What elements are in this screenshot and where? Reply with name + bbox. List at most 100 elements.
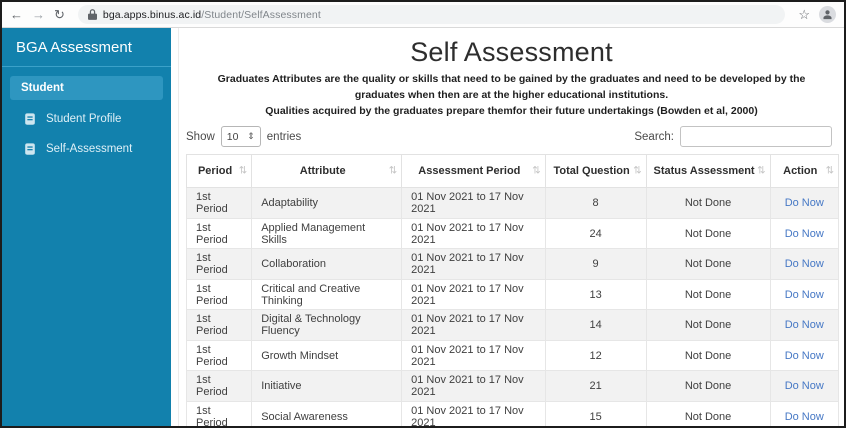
column-header-assessment-period[interactable]: Assessment Period ⇅ bbox=[401, 154, 546, 189]
column-header-period[interactable]: Period ⇅ bbox=[185, 154, 253, 189]
column-header-attribute[interactable]: Attribute ⇅ bbox=[251, 154, 403, 189]
cell-assessment-period: 01 Nov 2021 to 17 Nov 2021 bbox=[401, 187, 546, 219]
page-size-control: Show 10 ⇕ entries bbox=[186, 126, 302, 148]
column-label: Period bbox=[197, 165, 233, 178]
sidebar-item-student-profile[interactable]: Student Profile bbox=[2, 104, 171, 134]
description-line-2: Qualities acquired by the graduates prep… bbox=[265, 104, 758, 117]
table-row: 1st Period Critical and Creative Thinking… bbox=[185, 278, 839, 311]
cell-period: 1st Period bbox=[185, 400, 253, 426]
table-row: 1st Period Adaptability 01 Nov 2021 to 17 … bbox=[185, 187, 839, 219]
cell-period: 1st Period bbox=[185, 278, 253, 311]
cell-status-assessment: Not Done bbox=[645, 370, 771, 402]
cell-status-assessment: Not Done bbox=[645, 278, 771, 311]
table-body: 1st Period Adaptability 01 Nov 2021 to 17 … bbox=[185, 187, 839, 426]
table-header: Period ⇅ Attribute ⇅ Assessment Period ⇅ Total… bbox=[185, 154, 839, 189]
do-now-link[interactable]: Do Now bbox=[785, 319, 824, 331]
cell-period: 1st Period bbox=[185, 187, 253, 219]
url-host: bga.apps.binus.ac.id bbox=[102, 8, 202, 21]
bookmark-star-icon[interactable]: ☆ bbox=[798, 7, 810, 23]
sort-icon: ⇅ bbox=[825, 165, 834, 177]
cell-action: Do Now bbox=[769, 278, 839, 311]
reload-icon[interactable]: ↻ bbox=[54, 8, 65, 21]
table-row: 1st Period Initiative 01 Nov 2021 to 17 No… bbox=[185, 370, 839, 402]
do-now-link[interactable]: Do Now bbox=[785, 380, 824, 392]
description-line-1: Graduates Attributes are the quality or … bbox=[217, 73, 806, 101]
do-now-link[interactable]: Do Now bbox=[785, 228, 824, 240]
address-bar[interactable]: bga.apps.binus.ac.id/Student/SelfAssessm… bbox=[77, 5, 786, 24]
search-control: Search: bbox=[634, 126, 832, 148]
sort-icon: ⇅ bbox=[238, 165, 248, 177]
cell-assessment-period: 01 Nov 2021 to 17 Nov 2021 bbox=[401, 339, 546, 372]
cell-action: Do Now bbox=[769, 248, 839, 280]
browser-toolbar: ← → ↻ bga.apps.binus.ac.id/Student/SelfA… bbox=[2, 2, 844, 28]
url-path: /Student/SelfAssessment bbox=[201, 8, 321, 21]
column-label: Attribute bbox=[299, 165, 346, 178]
cell-assessment-period: 01 Nov 2021 to 17 Nov 2021 bbox=[401, 278, 546, 311]
sidebar-item-label: Student Profile bbox=[46, 113, 122, 125]
cell-total-question: 13 bbox=[544, 278, 647, 311]
cell-attribute: Digital & Technology Fluency bbox=[251, 309, 403, 341]
screenshot-root: ← → ↻ bga.apps.binus.ac.id/Student/SelfA… bbox=[0, 0, 846, 428]
do-now-link[interactable]: Do Now bbox=[785, 350, 824, 362]
table-header-row: Period ⇅ Attribute ⇅ Assessment Period ⇅ Total… bbox=[185, 154, 839, 189]
cell-assessment-period: 01 Nov 2021 to 17 Nov 2021 bbox=[401, 248, 546, 280]
cell-assessment-period: 01 Nov 2021 to 17 Nov 2021 bbox=[401, 309, 546, 341]
sort-icon: ⇅ bbox=[532, 165, 541, 177]
cell-total-question: 8 bbox=[544, 187, 647, 219]
sort-icon: ⇅ bbox=[757, 165, 766, 177]
table-row: 1st Period Growth Mindset 01 Nov 2021 to 1… bbox=[185, 339, 839, 372]
cell-assessment-period: 01 Nov 2021 to 17 Nov 2021 bbox=[401, 400, 546, 426]
table-row: 1st Period Digital & Technology Fluency 01… bbox=[185, 309, 839, 341]
sidebar: BGA Assessment Student Student Profile S… bbox=[2, 28, 171, 426]
sidebar-item-label: Self-Assessment bbox=[46, 143, 133, 155]
column-label: Action bbox=[783, 165, 818, 178]
sidebar-section-student[interactable]: Student bbox=[10, 76, 163, 100]
cell-status-assessment: Not Done bbox=[645, 309, 771, 341]
table-row: 1st Period Social Awareness 01 Nov 2021 to… bbox=[185, 400, 839, 426]
cell-period: 1st Period bbox=[185, 217, 253, 250]
do-now-link[interactable]: Do Now bbox=[785, 258, 824, 270]
cell-action: Do Now bbox=[769, 309, 839, 341]
app-window: BGA Assessment Student Student Profile S… bbox=[2, 28, 844, 426]
page-size-value: 10 bbox=[226, 130, 239, 143]
back-icon[interactable]: ← bbox=[10, 8, 23, 21]
search-input[interactable] bbox=[680, 126, 832, 148]
cell-total-question: 9 bbox=[544, 248, 647, 280]
forward-icon[interactable]: → bbox=[32, 8, 45, 21]
select-arrows-icon: ⇕ bbox=[247, 131, 255, 142]
cell-attribute: Growth Mindset bbox=[251, 339, 403, 372]
cell-attribute: Critical and Creative Thinking bbox=[251, 278, 403, 311]
column-header-action[interactable]: Action ⇅ bbox=[769, 154, 839, 189]
entries-label: entries bbox=[266, 130, 302, 143]
cell-action: Do Now bbox=[769, 400, 839, 426]
cell-action: Do Now bbox=[769, 370, 839, 402]
cell-total-question: 14 bbox=[544, 309, 647, 341]
cell-total-question: 21 bbox=[544, 370, 647, 402]
profile-avatar[interactable] bbox=[819, 6, 836, 23]
cell-period: 1st Period bbox=[185, 370, 253, 402]
cell-period: 1st Period bbox=[185, 248, 253, 280]
table-row: 1st Period Applied Management Skills 01 No… bbox=[185, 217, 839, 250]
cell-period: 1st Period bbox=[185, 309, 253, 341]
cell-status-assessment: Not Done bbox=[645, 339, 771, 372]
sidebar-item-self-assessment[interactable]: Self-Assessment bbox=[2, 134, 171, 164]
cell-status-assessment: Not Done bbox=[645, 217, 771, 250]
table-controls: Show 10 ⇕ entries Search: bbox=[186, 126, 832, 148]
cell-status-assessment: Not Done bbox=[645, 248, 771, 280]
page-size-select[interactable]: 10 ⇕ bbox=[220, 126, 261, 148]
cell-assessment-period: 01 Nov 2021 to 17 Nov 2021 bbox=[401, 217, 546, 250]
journal-icon bbox=[23, 142, 37, 156]
page-description: Graduates Attributes are the quality or … bbox=[179, 72, 844, 119]
do-now-link[interactable]: Do Now bbox=[785, 197, 824, 209]
column-label: Status Assessment bbox=[653, 165, 755, 178]
column-header-total-question[interactable]: Total Question ⇅ bbox=[544, 154, 647, 189]
table-row: 1st Period Collaboration 01 Nov 2021 to 17… bbox=[185, 248, 839, 280]
do-now-link[interactable]: Do Now bbox=[785, 411, 824, 423]
column-label: Assessment Period bbox=[418, 165, 521, 178]
column-label: Total Question bbox=[553, 165, 630, 178]
cell-total-question: 24 bbox=[544, 217, 647, 250]
cell-period: 1st Period bbox=[185, 339, 253, 372]
cell-attribute: Collaboration bbox=[251, 248, 403, 280]
do-now-link[interactable]: Do Now bbox=[785, 289, 824, 301]
column-header-status-assessment[interactable]: Status Assessment ⇅ bbox=[645, 154, 771, 189]
